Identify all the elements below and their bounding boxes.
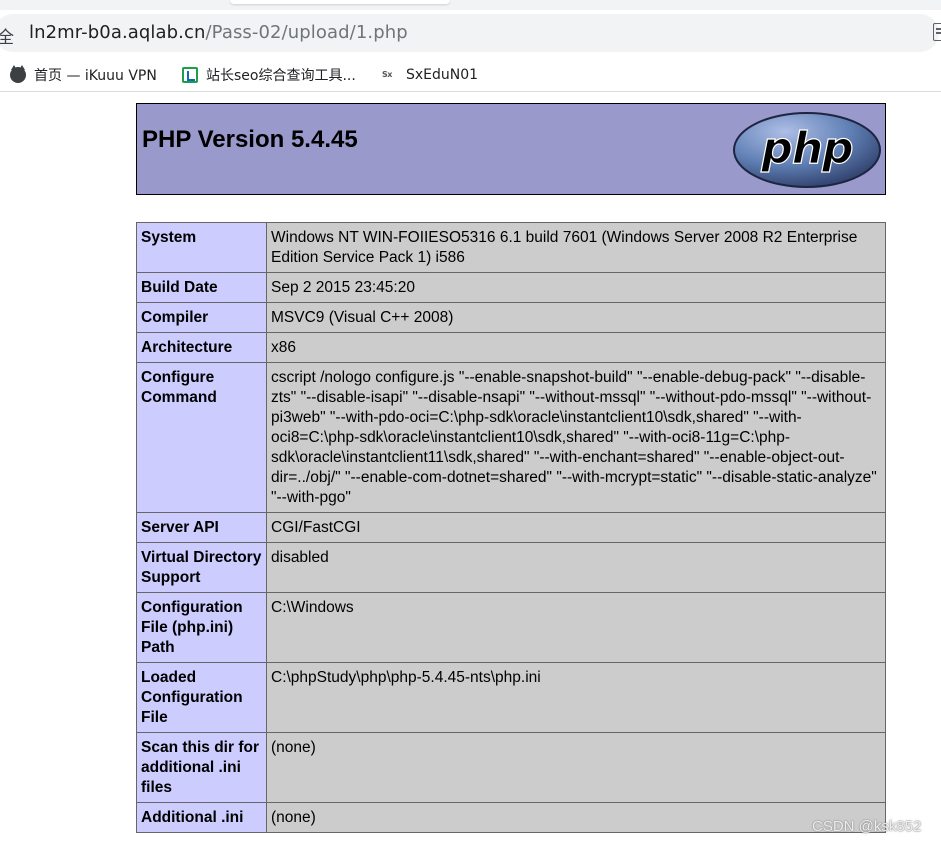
page-title: PHP Version 5.4.45: [142, 126, 358, 153]
active-tab[interactable]: [230, 0, 450, 4]
url-path: /Pass-02/upload/1.php: [205, 22, 408, 43]
bookmark-label: SxEduN01: [406, 67, 479, 83]
chart-icon: [182, 67, 198, 83]
bookmark-sxedun01[interactable]: SxEduN01: [382, 65, 478, 85]
bookmarks-bar: 首页 — iKuuu VPN 站长seo综合查询工具... SxEduN01: [0, 56, 941, 92]
csdn-watermark: CSDN @ksk852: [812, 818, 922, 835]
row-value: Windows NT WIN-FOIIESO5316 6.1 build 760…: [266, 222, 886, 273]
table-row: Configuration File (php.ini) Path C:\Wind…: [136, 592, 886, 663]
sx-icon: [382, 67, 398, 83]
row-value: x86: [266, 332, 886, 363]
row-key: Architecture: [136, 332, 267, 363]
bookmark-label: 站长seo综合查询工具...: [206, 68, 356, 84]
table-row: Loaded Configuration File C:\phpStudy\php…: [136, 662, 886, 733]
php-logo-text: php: [760, 123, 852, 174]
bookmark-seo-tool[interactable]: 站长seo综合查询工具...: [182, 65, 356, 85]
row-value: C:\Windows: [266, 592, 886, 663]
php-version-header: PHP Version 5.4.45 php: [136, 103, 886, 195]
security-indicator-icon[interactable]: 全: [0, 23, 14, 48]
row-value: cscript /nologo configure.js "--enable-s…: [266, 362, 886, 513]
table-row: Server API CGI/FastCGI: [136, 512, 886, 543]
reader-mode-icon[interactable]: [933, 23, 941, 41]
row-value: (none): [266, 802, 886, 833]
table-row: Additional .ini (none): [136, 802, 886, 833]
row-key: Additional .ini: [136, 802, 267, 833]
row-value: (none): [266, 732, 886, 803]
row-key: System: [136, 222, 267, 273]
bookmark-ikuuu[interactable]: 首页 — iKuuu VPN: [10, 65, 157, 85]
table-row: Architecture x86: [136, 332, 886, 363]
cat-icon: [10, 65, 26, 83]
php-logo[interactable]: php: [732, 111, 882, 189]
table-row: System Windows NT WIN-FOIIESO5316 6.1 bui…: [136, 222, 886, 273]
tab-strip: [0, 0, 941, 10]
php-info-table: System Windows NT WIN-FOIIESO5316 6.1 bui…: [136, 222, 886, 833]
url-host: ln2mr-b0a.aqlab.cn: [29, 22, 206, 43]
row-value: CGI/FastCGI: [266, 512, 886, 543]
row-key: Configure Command: [136, 362, 267, 513]
table-row: Virtual Directory Support disabled: [136, 542, 886, 593]
row-value: C:\phpStudy\php\php-5.4.45-nts\php.ini: [266, 662, 886, 733]
bookmark-label: 首页 — iKuuu VPN: [34, 68, 157, 84]
row-value: MSVC9 (Visual C++ 2008): [266, 302, 886, 333]
table-row: Scan this dir for additional .ini files(…: [136, 732, 886, 803]
row-key: Configuration File (php.ini) Path: [136, 592, 267, 663]
table-row: Compiler MSVC9 (Visual C++ 2008): [136, 302, 886, 333]
row-key: Server API: [136, 512, 267, 543]
row-key: Scan this dir for additional .ini files: [136, 732, 267, 803]
row-key: Virtual Directory Support: [136, 542, 267, 593]
row-key: Build Date: [136, 272, 267, 303]
row-value: Sep 2 2015 23:45:20: [266, 272, 886, 303]
row-value: disabled: [266, 542, 886, 593]
address-bar[interactable]: 全 ln2mr-b0a.aqlab.cn/Pass-02/upload/1.ph…: [0, 10, 941, 56]
table-row: Build Date Sep 2 2015 23:45:20: [136, 272, 886, 303]
row-key: Compiler: [136, 302, 267, 333]
table-row: Configure Command cscript /nologo configu…: [136, 362, 886, 513]
row-key: Loaded Configuration File: [136, 662, 267, 733]
url-text[interactable]: ln2mr-b0a.aqlab.cn/Pass-02/upload/1.php: [29, 22, 408, 43]
